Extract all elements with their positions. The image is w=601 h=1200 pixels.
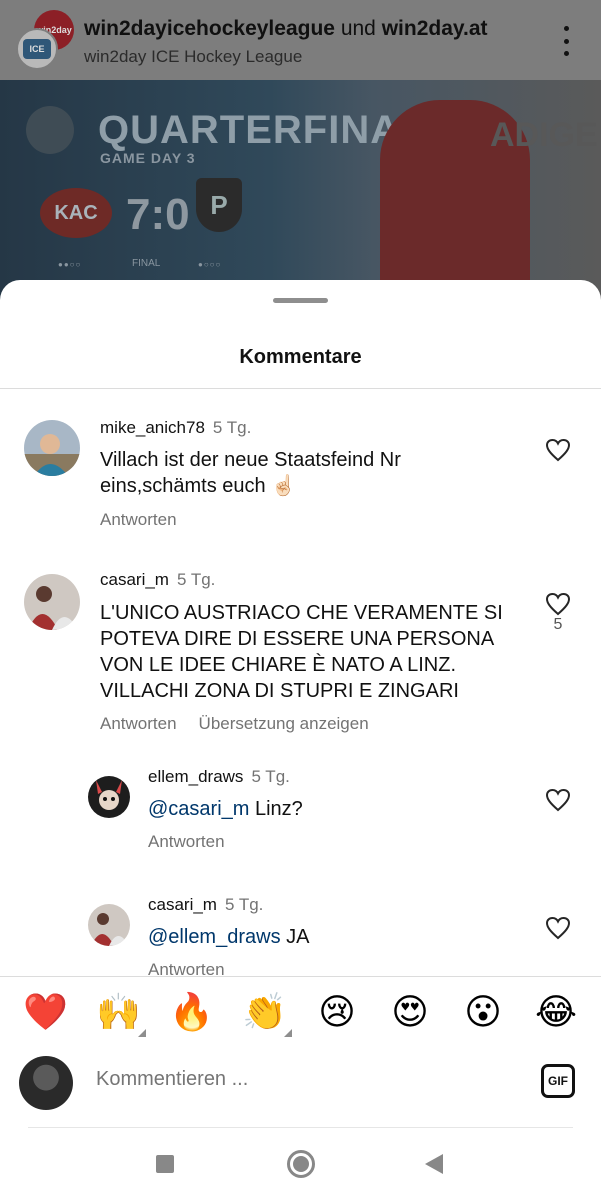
screen: win2day ICE win2dayicehockeyleague und w… — [0, 0, 601, 1200]
comment-username[interactable]: casari_m — [100, 570, 169, 589]
gif-button[interactable]: GIF — [541, 1064, 575, 1098]
avatar[interactable] — [24, 420, 80, 476]
comment-meta: casari_m 5 Tg. — [100, 570, 215, 590]
reply-button[interactable]: Antworten — [148, 832, 225, 851]
team-away-logo: P — [196, 178, 242, 232]
comment-username[interactable]: ellem_draws — [148, 767, 243, 786]
like-heart-icon[interactable] — [545, 592, 571, 616]
comment-time: 5 Tg. — [224, 895, 264, 914]
avatar[interactable] — [88, 776, 130, 818]
author-avatar-ice: ICE — [16, 28, 58, 70]
comment-username[interactable]: casari_m — [148, 895, 217, 914]
comment-text: L'UNICO AUSTRIACO CHE VERAMENTE SI POTEV… — [100, 602, 503, 702]
banner-game-day: GAME DAY 3 — [100, 150, 196, 166]
emoji-heart-eyes-icon[interactable]: 😍 — [388, 991, 432, 1035]
comment-input[interactable] — [96, 1068, 496, 1091]
current-user-avatar — [19, 1056, 73, 1110]
emoji-clapping-icon[interactable]: 👏 — [242, 991, 292, 1037]
mention-link[interactable]: @casari_m — [148, 798, 249, 820]
reply-body: JA — [280, 926, 310, 948]
playoffs-logo — [26, 106, 74, 154]
comment-meta: ellem_draws 5 Tg. — [148, 767, 290, 787]
avatar[interactable] — [88, 904, 130, 946]
author-primary[interactable]: win2dayicehockeyleague — [84, 17, 335, 40]
comment-actions: Antworten — [100, 510, 199, 530]
banner-status: FINAL — [132, 258, 161, 269]
post-image: QUARTERFINALS GAME DAY 3 KAC 7:0 P ●●○○ … — [0, 80, 601, 300]
back-icon[interactable] — [425, 1154, 443, 1174]
emoji-fire-icon[interactable]: 🔥 — [169, 991, 214, 1035]
like-heart-icon[interactable] — [545, 788, 571, 812]
comment-time: 5 Tg. — [176, 570, 216, 589]
recent-apps-icon[interactable] — [156, 1155, 174, 1173]
emoji-heart-icon[interactable]: ❤️ — [23, 991, 68, 1035]
comment-username[interactable]: mike_anich78 — [100, 418, 205, 437]
ice-logo: ICE — [23, 39, 51, 59]
post-authors[interactable]: win2dayicehockeyleague und win2day.at — [84, 17, 488, 41]
comment-text: @casari_m Linz? — [148, 796, 508, 822]
team-home-logo: KAC — [40, 188, 112, 238]
reply-button[interactable]: Antworten — [100, 714, 177, 733]
emoji-laughing-icon[interactable]: 😂 — [534, 991, 578, 1035]
comment-meta: casari_m 5 Tg. — [148, 895, 263, 915]
skin-tone-indicator — [138, 1029, 146, 1037]
comment-text: Villach ist der neue Staatsfeind Nr eins… — [100, 449, 401, 497]
author-connector: und — [340, 17, 376, 40]
avatar[interactable] — [24, 574, 80, 630]
more-options-icon[interactable] — [556, 26, 576, 56]
post-header: win2day ICE win2dayicehockeyleague und w… — [0, 0, 601, 80]
emoji-raised-hands-icon[interactable]: 🙌 — [96, 991, 146, 1037]
emoji-crying-icon[interactable]: 😢 — [315, 991, 359, 1035]
home-icon[interactable] — [287, 1150, 315, 1178]
divider — [0, 388, 601, 389]
reply-button[interactable]: Antworten — [100, 510, 177, 529]
post-author-avatars[interactable]: win2day ICE — [14, 10, 76, 72]
emoji-surprised-icon[interactable]: 😮 — [461, 991, 505, 1035]
series-home-dots: ●●○○ — [58, 260, 82, 269]
emoji-glyph: 🙌 — [96, 992, 141, 1033]
like-heart-icon[interactable] — [545, 916, 571, 940]
author-secondary[interactable]: win2day.at — [382, 17, 488, 40]
emoji-reaction-bar: ❤️ 🙌 🔥 👏 😢 😍 😮 😂 — [0, 976, 601, 1052]
comment-composer: GIF — [0, 1052, 601, 1128]
emoji-glyph: 👏 — [242, 992, 287, 1033]
sheet-title: Kommentare — [239, 346, 362, 368]
comment-meta: mike_anich78 5 Tg. — [100, 418, 251, 438]
comment-actions: Antworten Übersetzung anzeigen — [100, 714, 391, 734]
reply-body: Linz? — [249, 798, 303, 820]
post-subtitle: win2day ICE Hockey League — [84, 47, 303, 66]
skin-tone-indicator — [284, 1029, 292, 1037]
like-count: 5 — [553, 616, 563, 633]
system-navigation-bar — [0, 1128, 601, 1200]
comments-list[interactable]: mike_anich78 5 Tg. Villach ist der neue S… — [0, 390, 601, 978]
series-away-dots: ●○○○ — [198, 260, 222, 269]
comment-time: 5 Tg. — [212, 418, 252, 437]
comment-actions: Antworten — [148, 832, 247, 852]
banner-score: 7:0 — [126, 190, 190, 239]
comment-time: 5 Tg. — [251, 767, 290, 786]
comment-text: @ellem_draws JA — [148, 924, 508, 950]
like-heart-icon[interactable] — [545, 438, 571, 462]
translate-button[interactable]: Übersetzung anzeigen — [199, 714, 369, 733]
sheet-drag-handle[interactable] — [273, 298, 328, 303]
sponsor-board: ADIGE — [490, 116, 598, 154]
mention-link[interactable]: @ellem_draws — [148, 926, 281, 948]
